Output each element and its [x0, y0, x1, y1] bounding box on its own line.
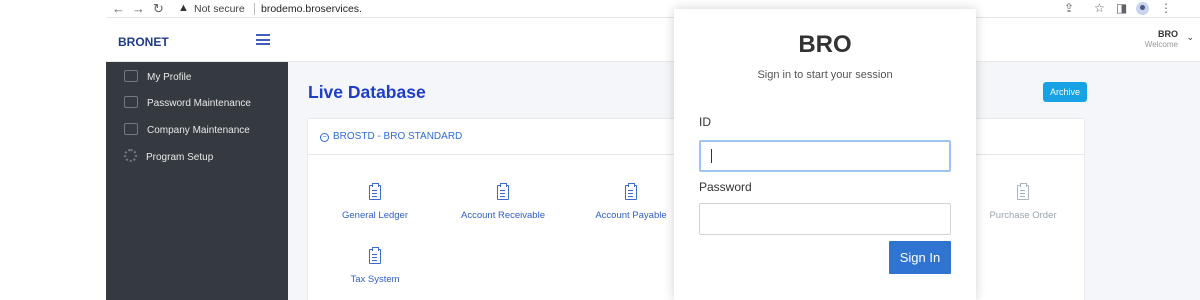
profile-avatar-icon[interactable]: [1136, 2, 1149, 15]
bookmark-star-icon[interactable]: ☆: [1094, 1, 1105, 15]
clipboard-icon: [625, 183, 637, 200]
users-icon: [124, 96, 138, 108]
address-separator: [254, 3, 255, 15]
not-secure-label[interactable]: Not secure: [194, 3, 245, 15]
back-icon[interactable]: ←: [112, 1, 125, 17]
sidebar-item-password-maintenance[interactable]: Password Maintenance: [124, 96, 251, 114]
forward-icon[interactable]: →: [132, 1, 145, 17]
module-label: Purchase Order: [989, 210, 1057, 221]
clipboard-icon: [497, 183, 509, 200]
hamburger-menu-icon[interactable]: [256, 34, 270, 45]
sidebar: My Profile Password Maintenance Company …: [106, 62, 288, 300]
sidebar-item-label: Password Maintenance: [147, 98, 251, 109]
login-title: BRO: [798, 31, 852, 58]
building-icon: [124, 123, 138, 135]
profile-icon: [124, 70, 138, 82]
menu-dots-icon[interactable]: ⋮: [1160, 1, 1172, 15]
text-cursor: [711, 149, 712, 163]
brand-name[interactable]: BRONET: [118, 35, 169, 49]
module-label: General Ledger: [341, 210, 409, 221]
chevron-down-icon[interactable]: ⌄: [1186, 32, 1194, 43]
sidebar-item-label: My Profile: [147, 72, 192, 83]
module-account-payable[interactable]: Account Payable: [576, 183, 686, 221]
login-subtitle: Sign in to start your session: [757, 69, 893, 81]
share-icon[interactable]: ⇪: [1064, 1, 1074, 15]
sidepanel-icon[interactable]: ◨: [1116, 1, 1127, 15]
module-account-receivable[interactable]: Account Receivable: [448, 183, 558, 221]
user-welcome: Welcome: [1144, 40, 1178, 49]
module-label: Tax System: [350, 274, 400, 285]
gear-icon: [124, 149, 137, 162]
sidebar-item-company-maintenance[interactable]: Company Maintenance: [124, 123, 250, 141]
sidebar-item-label: Company Maintenance: [147, 125, 250, 136]
password-input[interactable]: [699, 203, 951, 235]
id-input[interactable]: [699, 140, 951, 172]
module-label: Account Payable: [595, 210, 667, 221]
warning-icon: ▲: [178, 2, 189, 14]
login-dialog: BRO Sign in to start your session ID Pas…: [674, 9, 976, 300]
clipboard-icon: [1017, 183, 1029, 200]
clipboard-icon: [369, 247, 381, 264]
collapse-icon[interactable]: −: [320, 133, 329, 142]
module-purchase-order[interactable]: Purchase Order: [968, 183, 1078, 221]
sidebar-item-label: Program Setup: [146, 152, 214, 163]
brand-area: BRONET: [106, 18, 288, 62]
screenshot-stage: ← → ↻ ▲ Not secure brodemo.broservices. …: [0, 0, 1200, 300]
app-navbar: BRONET BRO Welcome ⌄: [106, 18, 1200, 62]
password-label: Password: [699, 180, 752, 194]
browser-toolbar: ← → ↻ ▲ Not secure brodemo.broservices. …: [106, 0, 1200, 18]
module-general-ledger[interactable]: General Ledger: [320, 183, 430, 221]
sign-in-button[interactable]: Sign In: [889, 241, 951, 274]
sidebar-item-my-profile[interactable]: My Profile: [124, 70, 191, 88]
reload-icon[interactable]: ↻: [153, 1, 164, 17]
sidebar-item-program-setup[interactable]: Program Setup: [124, 149, 213, 167]
browser-window: ← → ↻ ▲ Not secure brodemo.broservices. …: [106, 0, 1200, 300]
user-menu[interactable]: BRO Welcome: [1145, 29, 1178, 49]
archive-button[interactable]: Archive: [1043, 82, 1088, 102]
module-tax-system[interactable]: Tax System: [320, 247, 430, 285]
clipboard-icon: [369, 183, 381, 200]
card-title: BROSTD - BRO STANDARD: [333, 131, 463, 142]
module-label: Account Receivable: [461, 210, 545, 221]
page-title: Live Database: [308, 82, 426, 102]
address-bar[interactable]: brodemo.broservices.: [261, 3, 362, 15]
user-name: BRO: [1158, 29, 1178, 39]
id-label: ID: [699, 115, 711, 129]
